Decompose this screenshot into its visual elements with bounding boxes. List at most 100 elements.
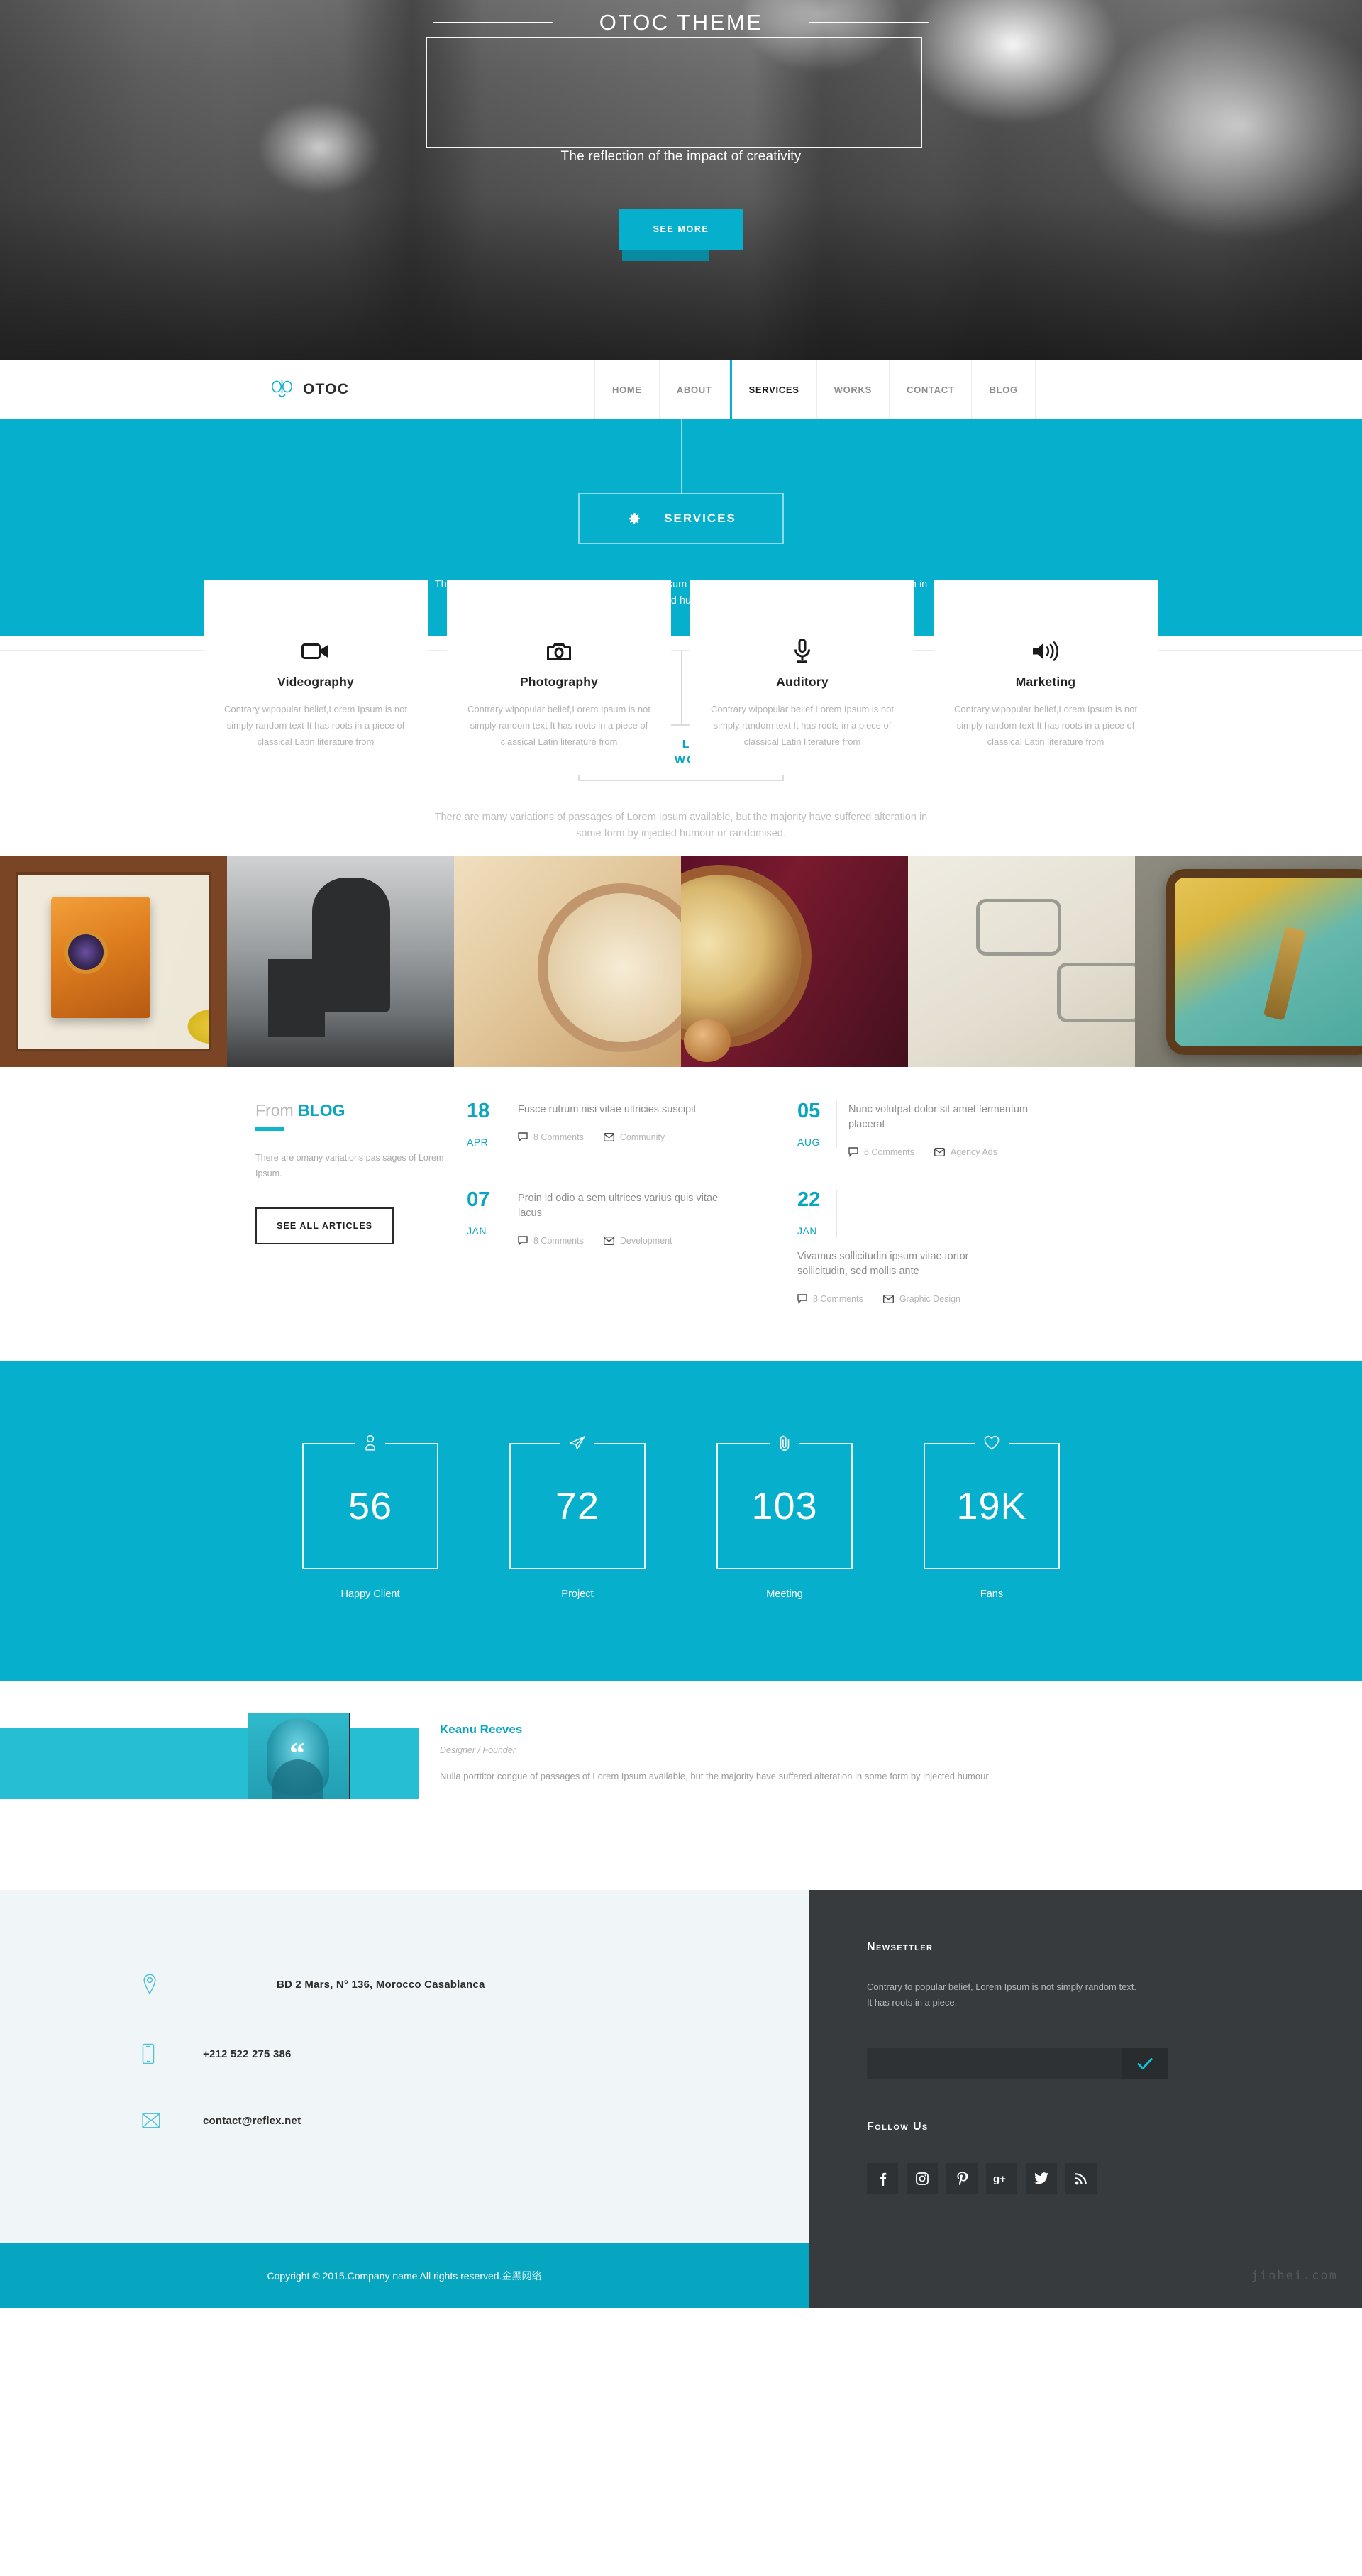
post-comments-label: 8 Comments	[533, 1236, 584, 1246]
blog-intro-text: There are omany variations pas sages of …	[255, 1153, 444, 1178]
hero-title: OTOC THEME	[599, 10, 763, 35]
blog-heading-underline	[255, 1127, 284, 1131]
post-category-label: Community	[619, 1132, 665, 1143]
post-meta: 8 Comments Community	[518, 1132, 696, 1142]
newsletter-submit-button[interactable]	[1122, 2047, 1168, 2079]
service-card-videography[interactable]: Videography Contrary wipopular belief,Lo…	[204, 580, 428, 775]
nav-item-works[interactable]: WORKS	[817, 360, 890, 419]
pinterest-icon[interactable]	[946, 2162, 978, 2194]
speaker-icon	[953, 635, 1138, 668]
post-category: Agency Ads	[934, 1147, 997, 1157]
post-month: JAN	[467, 1225, 487, 1237]
contact-email-row: contact@reflex.net	[142, 2113, 809, 2128]
works-gallery	[0, 856, 1362, 1067]
hero-title-container: OTOC THEME	[0, 0, 1362, 35]
google-plus-icon[interactable]: g+	[986, 2162, 1017, 2194]
blog-intro: From BLOG There are omany variations pas…	[234, 1101, 447, 1337]
mobile-phone-icon	[142, 2043, 203, 2064]
copyright-bar: Copyright © 2015.Company name All rights…	[0, 2243, 1362, 2308]
page-footer: BD 2 Mars, N° 136, Morocco Casablanca +2…	[0, 1890, 1362, 2243]
envelope-icon	[934, 1148, 945, 1157]
heart-icon	[975, 1432, 1009, 1454]
facebook-icon[interactable]	[867, 2162, 898, 2194]
testimonial-accent-block	[0, 1728, 419, 1799]
nav-item-about[interactable]: ABOUT	[660, 360, 730, 419]
blog-heading: From BLOG	[255, 1101, 447, 1120]
service-card-photography[interactable]: Photography Contrary wipopular belief,Lo…	[447, 580, 671, 775]
counter-label: Fans	[980, 1588, 1004, 1600]
footer-newsletter-social: Newsettler Contrary to popular belief, L…	[809, 1890, 1362, 2243]
paperclip-icon	[770, 1432, 799, 1454]
work-item-thumbs-up-illustration[interactable]	[227, 856, 454, 1067]
brand-logo[interactable]: OTOC	[271, 379, 349, 400]
post-date: 05 AUG	[797, 1101, 837, 1148]
hero-section: OTOC THEME The reflection of the impact …	[0, 0, 1362, 360]
post-date: 07 JAN	[467, 1190, 506, 1237]
blog-post-item[interactable]: 05 AUG Nunc volutpat dolor sit amet ferm…	[797, 1101, 1128, 1158]
map-pin-icon	[142, 1974, 203, 1995]
counter-box: 72	[509, 1432, 646, 1569]
work-item-product-sketch-notebook[interactable]	[908, 856, 1135, 1067]
check-icon	[1137, 2057, 1153, 2069]
newsletter-form	[867, 2047, 1168, 2079]
services-badge: SERVICES	[578, 493, 784, 544]
newsletter-heading: Newsettler	[867, 1941, 934, 1953]
nav-item-services[interactable]: SERVICES	[729, 360, 817, 419]
post-comments-label: 8 Comments	[864, 1147, 914, 1158]
counter-box: 103	[716, 1432, 853, 1569]
newsletter-description: Contrary to popular belief, Lorem Ipsum …	[867, 1981, 1137, 2008]
work-item-antique-clock-drawing[interactable]	[454, 856, 681, 1067]
nav-item-home[interactable]: HOME	[594, 360, 660, 419]
envelope-icon	[882, 1295, 894, 1304]
brand-name: OTOC	[303, 381, 350, 397]
service-title: Auditory	[776, 675, 829, 689]
testimonial-section: “ Keanu Reeves Designer / Founder Nulla …	[0, 1681, 1362, 1890]
nav-item-blog[interactable]: BLOG	[972, 360, 1036, 419]
post-category-label: Agency Ads	[950, 1147, 997, 1158]
post-title: Proin id odio a sem ultrices varius quis…	[518, 1193, 719, 1220]
service-text: Contrary wipopular belief,Lorem Ipsum is…	[954, 704, 1137, 748]
stats-counters-section: 56 Happy Client 72 Project 103 Meeting 1…	[0, 1361, 1362, 1681]
work-item-hand-with-flag-game-icon[interactable]	[1135, 856, 1362, 1067]
svg-text:g+: g+	[993, 2173, 1006, 2184]
services-badge-label: SERVICES	[664, 512, 736, 525]
blog-post-item[interactable]: 22 JAN Vivamus sollicitudin ipsum vitae …	[797, 1188, 1128, 1305]
service-text: Contrary wipopular belief,Lorem Ipsum is…	[224, 704, 407, 748]
service-card-auditory[interactable]: Auditory Contrary wipopular belief,Lorem…	[690, 580, 914, 775]
services-connector-line	[681, 419, 682, 494]
newsletter-email-input[interactable]	[867, 2047, 1122, 2079]
envelope-icon	[603, 1237, 614, 1246]
blog-heading-light: From	[255, 1101, 299, 1120]
counter-fans: 19K Fans	[924, 1432, 1060, 1600]
microphone-icon	[710, 635, 895, 668]
work-item-vintage-camera-sketch[interactable]	[0, 856, 227, 1067]
blog-post-item[interactable]: 07 JAN Proin id odio a sem ultrices vari…	[467, 1190, 797, 1304]
post-comments: 8 Comments	[518, 1132, 584, 1142]
copyright-cn: 金黑网络	[502, 2270, 542, 2282]
see-all-articles-button[interactable]: SEE ALL ARTICLES	[255, 1207, 394, 1244]
testimonial-quote-text: Nulla porttitor congue of passages of Lo…	[440, 1771, 989, 1781]
camera-icon	[467, 635, 651, 668]
blog-post-item[interactable]: 18 APR Fusce rutrum nisi vitae ultricies…	[467, 1101, 797, 1157]
twitter-icon[interactable]	[1026, 2162, 1057, 2194]
see-more-button[interactable]: SEE MORE	[619, 209, 743, 250]
blog-posts: 18 APR Fusce rutrum nisi vitae ultricies…	[447, 1101, 1128, 1337]
counter-value: 56	[348, 1484, 393, 1527]
post-day: 22	[797, 1188, 821, 1212]
post-category: Graphic Design	[882, 1294, 960, 1304]
counter-value: 103	[751, 1484, 818, 1527]
quote-mark-icon: “	[289, 1736, 305, 1771]
post-title: Fusce rutrum nisi vitae ultricies suscip…	[518, 1104, 697, 1115]
blog-section: From BLOG There are omany variations pas…	[0, 1067, 1362, 1361]
post-day: 18	[467, 1100, 490, 1122]
instagram-icon[interactable]	[907, 2162, 938, 2194]
work-item-red-wall-clock[interactable]	[681, 856, 908, 1067]
site-watermark: jinhei.com	[1251, 2268, 1338, 2283]
main-navigation: OTOC HOME ABOUT SERVICES WORKS CONTACT B…	[0, 360, 1362, 419]
rss-icon[interactable]	[1065, 2162, 1097, 2194]
service-card-marketing[interactable]: Marketing Contrary wipopular belief,Lore…	[934, 580, 1158, 775]
last-works-description: There are many variations of passages of…	[434, 812, 928, 840]
contact-phone-row: +212 522 275 386	[142, 2043, 809, 2064]
nav-item-contact[interactable]: CONTACT	[890, 360, 973, 419]
post-comments-label: 8 Comments	[813, 1294, 863, 1305]
